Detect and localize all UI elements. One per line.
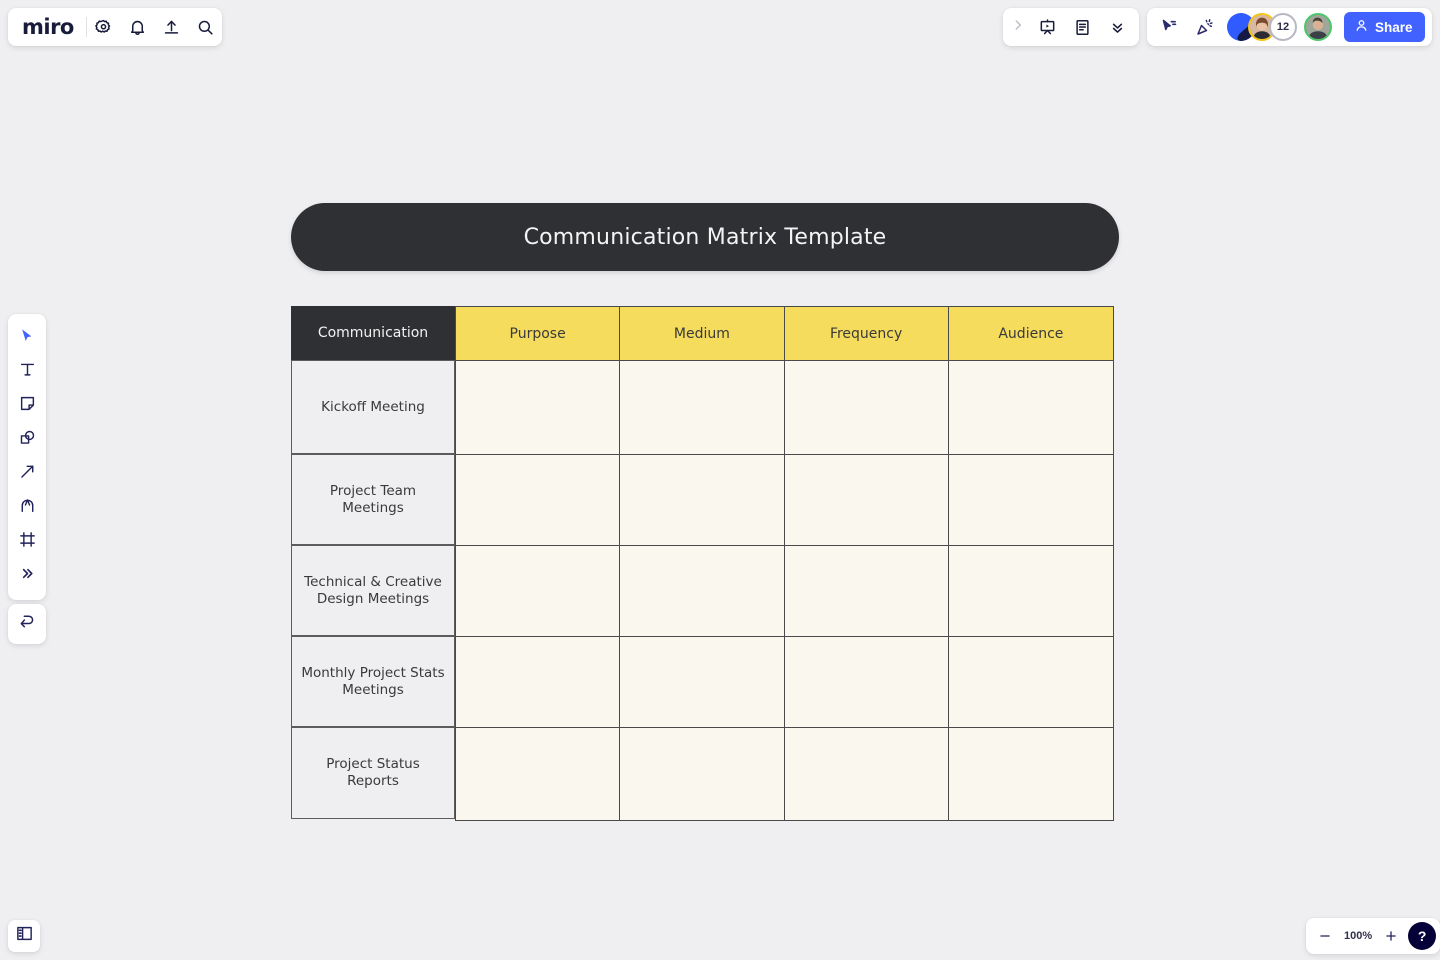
matrix-row-label[interactable]: Kickoff Meeting bbox=[291, 360, 455, 454]
presentation-icon bbox=[1038, 18, 1057, 37]
arrow-icon bbox=[18, 462, 37, 486]
text-icon bbox=[18, 360, 37, 384]
gear-icon bbox=[94, 18, 113, 37]
zoom-controls: 100% ? bbox=[1306, 918, 1440, 954]
matrix-row-label[interactable]: Monthly Project Stats Meetings bbox=[291, 636, 455, 727]
chevron-right-icon bbox=[1011, 18, 1025, 37]
matrix-row-label[interactable]: Technical & Creative Design Meetings bbox=[291, 545, 455, 636]
frame-icon bbox=[18, 530, 37, 554]
matrix-cell[interactable] bbox=[620, 637, 785, 728]
text-tool-button[interactable] bbox=[10, 355, 44, 389]
matrix-corner-header[interactable]: Communication bbox=[291, 306, 455, 360]
bell-icon bbox=[128, 18, 147, 37]
person-icon bbox=[1354, 18, 1369, 36]
matrix-row-label[interactable]: Project Team Meetings bbox=[291, 454, 455, 545]
matrix-cell[interactable] bbox=[948, 728, 1113, 820]
double-chevron-down-icon bbox=[1109, 19, 1126, 36]
matrix-cell[interactable] bbox=[784, 546, 949, 637]
search-icon bbox=[196, 18, 215, 37]
matrix-cell[interactable] bbox=[784, 728, 949, 820]
top-right-toolbar-primary bbox=[1003, 8, 1139, 46]
collaborator-count-badge[interactable]: 12 bbox=[1269, 13, 1297, 41]
settings-gear-button[interactable] bbox=[87, 10, 121, 44]
help-button[interactable]: ? bbox=[1408, 922, 1437, 950]
matrix-cell[interactable] bbox=[456, 728, 621, 820]
undo-arrow-icon bbox=[18, 612, 37, 636]
matrix-cell[interactable] bbox=[456, 637, 621, 728]
matrix-cell[interactable] bbox=[784, 637, 949, 728]
search-button[interactable] bbox=[188, 10, 222, 44]
matrix-column-header[interactable]: Medium bbox=[620, 307, 785, 361]
matrix-cell[interactable] bbox=[948, 546, 1113, 637]
matrix-cell[interactable] bbox=[456, 546, 621, 637]
matrix-row-label-column: Communication Kickoff Meeting Project Te… bbox=[291, 306, 455, 819]
expand-toolbar-button[interactable] bbox=[1007, 18, 1029, 37]
confetti-icon bbox=[1195, 17, 1215, 37]
avatar-photo bbox=[1306, 15, 1330, 39]
matrix-cell[interactable] bbox=[948, 637, 1113, 728]
top-left-toolbar: miro bbox=[8, 8, 222, 46]
matrix-column-header[interactable]: Frequency bbox=[784, 307, 949, 361]
connection-line-tool-button[interactable] bbox=[10, 457, 44, 491]
select-tool-button[interactable] bbox=[10, 321, 44, 355]
notifications-button[interactable] bbox=[121, 10, 155, 44]
left-toolbar bbox=[8, 314, 46, 600]
matrix-column-header[interactable]: Purpose bbox=[456, 307, 621, 361]
page-title: Communication Matrix Template bbox=[523, 224, 887, 250]
avatar[interactable] bbox=[1304, 13, 1332, 41]
pen-tool-button[interactable] bbox=[10, 491, 44, 525]
matrix-row-label[interactable]: Project Status Reports bbox=[291, 727, 455, 819]
board-canvas[interactable]: miro 12 Share Communication Matrix Templ… bbox=[0, 0, 1440, 960]
matrix-cell[interactable] bbox=[784, 455, 949, 546]
matrix-column-header[interactable]: Audience bbox=[948, 307, 1113, 361]
matrix-grid: Purpose Medium Frequency Audience bbox=[455, 306, 1114, 821]
zoom-out-button[interactable] bbox=[1314, 923, 1336, 949]
matrix-cell[interactable] bbox=[948, 455, 1113, 546]
matrix-cell[interactable] bbox=[620, 361, 785, 455]
presentation-mode-button[interactable] bbox=[1030, 10, 1064, 44]
sticky-note-icon bbox=[18, 394, 37, 418]
cursor-motion-icon bbox=[1159, 17, 1179, 37]
miro-logo[interactable]: miro bbox=[8, 16, 86, 38]
collaborator-avatars[interactable]: 12 bbox=[1227, 13, 1332, 41]
shapes-tool-button[interactable] bbox=[10, 423, 44, 457]
document-icon bbox=[1073, 18, 1092, 37]
follow-cursor-button[interactable] bbox=[1152, 10, 1186, 44]
matrix-cell[interactable] bbox=[456, 361, 621, 455]
undo-button[interactable] bbox=[8, 604, 46, 644]
notes-button[interactable] bbox=[1065, 10, 1099, 44]
matrix-cell[interactable] bbox=[620, 455, 785, 546]
top-right-toolbar-collaboration: 12 Share bbox=[1147, 8, 1432, 46]
frame-tool-button[interactable] bbox=[10, 525, 44, 559]
collapse-toolbar-button[interactable] bbox=[1100, 10, 1134, 44]
toggle-side-panel-button[interactable] bbox=[8, 920, 40, 952]
board-title-banner[interactable]: Communication Matrix Template bbox=[291, 203, 1119, 271]
sticky-note-tool-button[interactable] bbox=[10, 389, 44, 423]
share-label: Share bbox=[1375, 19, 1413, 35]
cursor-icon bbox=[18, 327, 36, 350]
reactions-button[interactable] bbox=[1188, 10, 1222, 44]
more-tools-button[interactable] bbox=[10, 559, 44, 593]
panel-icon bbox=[15, 924, 34, 948]
upload-icon bbox=[162, 18, 181, 37]
shapes-icon bbox=[18, 428, 37, 452]
share-button[interactable]: Share bbox=[1344, 12, 1425, 42]
zoom-level-value[interactable]: 100% bbox=[1338, 930, 1378, 942]
matrix-cell[interactable] bbox=[620, 546, 785, 637]
double-chevron-right-icon bbox=[19, 565, 36, 587]
zoom-in-button[interactable] bbox=[1380, 923, 1402, 949]
matrix-cell[interactable] bbox=[948, 361, 1113, 455]
matrix-cell[interactable] bbox=[456, 455, 621, 546]
matrix-cell[interactable] bbox=[784, 361, 949, 455]
matrix-cell[interactable] bbox=[620, 728, 785, 820]
pen-icon bbox=[18, 496, 37, 520]
upload-button[interactable] bbox=[154, 10, 188, 44]
